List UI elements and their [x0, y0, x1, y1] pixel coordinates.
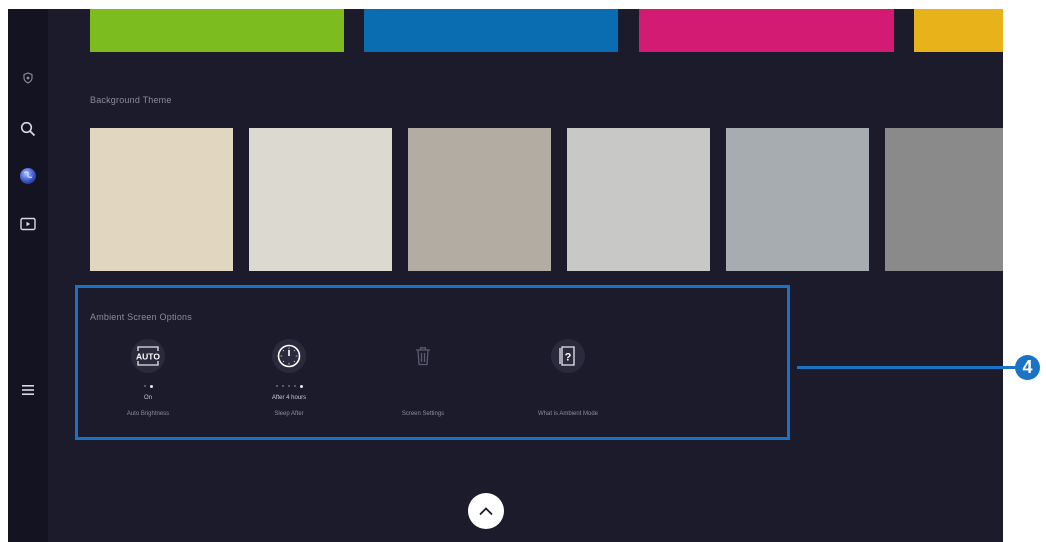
sidebar — [8, 9, 48, 542]
color-swatch-yellow[interactable] — [914, 9, 1003, 52]
background-tile[interactable] — [567, 128, 710, 271]
shield-icon[interactable] — [16, 66, 40, 90]
background-tile[interactable] — [408, 128, 551, 271]
color-swatch-magenta[interactable] — [639, 9, 894, 52]
ambient-globe-icon[interactable] — [16, 164, 40, 188]
scroll-up-button[interactable] — [468, 493, 504, 529]
menu-icon[interactable] — [16, 378, 40, 402]
background-tile[interactable] — [90, 128, 233, 271]
background-tile[interactable] — [249, 128, 392, 271]
chevron-up-icon — [479, 507, 493, 516]
background-theme-title: Background Theme — [90, 95, 172, 105]
background-tile[interactable] — [726, 128, 869, 271]
callout-number-badge: 4 — [1015, 355, 1040, 380]
callout-connector — [797, 366, 1017, 369]
search-icon[interactable] — [16, 117, 40, 141]
color-swatch-green[interactable] — [90, 9, 344, 52]
media-play-icon[interactable] — [16, 212, 40, 236]
callout-highlight-frame — [75, 285, 790, 440]
background-tile[interactable] — [885, 128, 1003, 271]
color-swatch-blue[interactable] — [364, 9, 618, 52]
tv-screen: Background Theme Ambient Screen Options … — [8, 9, 1003, 542]
